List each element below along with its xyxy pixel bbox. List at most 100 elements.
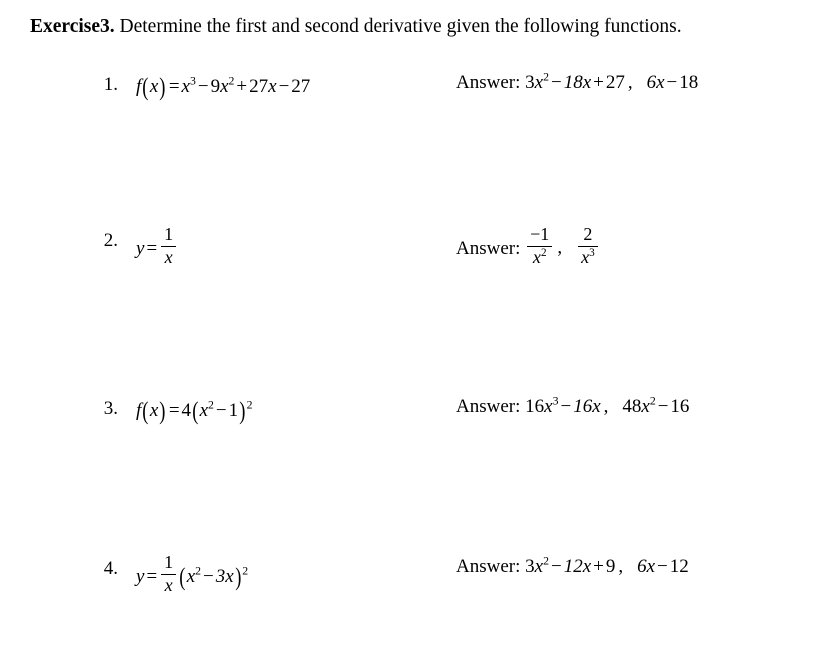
item-answer-1: Answer: 3x2−18x +27, 6x −18 (456, 71, 699, 94)
plus-sign-1: + (236, 75, 248, 97)
first-derivative-4: 3x2−12x +9 (525, 555, 616, 577)
function-name-f-3: f (136, 399, 142, 421)
term-6x-4dd: 6x (637, 556, 656, 577)
equals-sign-4: = (146, 565, 158, 587)
fraction-numerator-4: 1 (164, 552, 174, 573)
constant-27-1: 27 (291, 75, 311, 97)
function-name-f-1: f (136, 75, 142, 97)
fraction-1-over-x-2: 1x (161, 224, 177, 267)
equals-sign-2: = (146, 237, 158, 259)
coefficient-27-1: 27 (249, 75, 269, 97)
item-answer-4: Answer: 3x2−12x +9, 6x −12 (456, 555, 689, 578)
fd-denominator-2: x2 (527, 245, 553, 267)
sd-denom-var-2: x (581, 246, 590, 267)
answer-label-4: Answer: (456, 556, 521, 577)
item-answer-2: Answer: −1 x2, 2 x3 (456, 224, 600, 270)
exercise-instruction-paragraph: Exercise3. Determine the first and secon… (30, 12, 792, 42)
item-number-2: 2. (103, 230, 118, 251)
minus-1d: − (550, 72, 562, 93)
item-number-4: 4. (103, 558, 118, 579)
fraction-denominator-4: x (161, 573, 177, 595)
const-9-4d: 9 (605, 556, 616, 577)
const-18-1dd: 18 (679, 72, 699, 93)
second-derivative-1: 6x −18 (647, 72, 699, 93)
var-x-3d: x (544, 396, 553, 417)
term-16x-3d: 16x (573, 396, 601, 417)
problem-row-1: 1. f(x) = x3−9x2 +27x −27 Answer: 3x2−18x +27… (0, 71, 840, 132)
group-expression-4: (x2−3x)2 (178, 562, 248, 591)
second-derivative-2: 2 x3 (578, 224, 598, 267)
problem-row-3: 3. f(x) = 4(x2−1)2 Answer: 16x3−16x, 48x2−1… (0, 394, 840, 456)
first-derivative-2: −1 x2 (527, 224, 553, 267)
item-number-1: 1. (103, 74, 118, 95)
answer-label-2: Answer: (456, 237, 521, 259)
group-var-x-4: x (186, 565, 196, 587)
answer-comma-1: , (627, 72, 633, 93)
exercise-title: Exercise3. (30, 16, 115, 37)
equals-sign-3: = (168, 399, 180, 421)
item-number-3: 3. (103, 398, 118, 419)
minus-4dd: − (657, 556, 668, 577)
term-18x-1d: 18x (563, 72, 592, 93)
const-16-3dd: 16 (670, 396, 690, 417)
coeff-16-3d: 16 (525, 396, 545, 417)
coeff-3-4d: 3 (525, 556, 535, 577)
equals-sign-1: = (168, 75, 180, 97)
answer-label-3: Answer: (456, 396, 521, 417)
fd-numerator-2: −1 (530, 224, 550, 245)
const-27-1d: 27 (605, 72, 625, 93)
item-answer-3: Answer: 16x3−16x, 48x2−16 (456, 394, 690, 418)
item-function-1: f(x) = x3−9x2 +27x −27 (136, 72, 310, 102)
minus-sign-1b: − (278, 75, 290, 97)
coeff-48-3dd: 48 (622, 396, 642, 417)
minus-3dd: − (657, 396, 669, 417)
minus-sign-4: − (203, 565, 214, 587)
item-function-2: y = 1 x (136, 224, 178, 270)
variable-x-1: x (149, 75, 159, 97)
problem-row-4: 4. y = 1 x (x2−3x)2 Answer: 3x2−12x +9, 6x −12 (0, 552, 840, 616)
coefficient-4-3: 4 (181, 399, 192, 421)
group-paren-open-4: ( (179, 561, 186, 591)
fraction-numerator-2: 1 (164, 224, 174, 245)
group-var-x-3: x (199, 399, 209, 421)
coeff-3-1d: 3 (525, 72, 535, 93)
answer-label-1: Answer: (456, 72, 521, 93)
group-paren-close-4: ) (234, 561, 242, 591)
variable-x-lin-1: x (268, 75, 277, 97)
paren-close-1: ) (159, 72, 166, 101)
group-paren-open-3: ( (192, 396, 199, 425)
fraction-1-over-x-4: 1x (161, 552, 177, 595)
minus-1dd: − (666, 72, 678, 93)
problem-row-2: 2. y = 1 x Answer: −1 x2, 2 x3 (0, 224, 840, 288)
group-const-1-3: 1 (228, 399, 239, 421)
var-x-4d: x (534, 556, 544, 577)
fd-denom-var-2: x (532, 246, 541, 267)
group-term-3x-4: 3x (215, 565, 234, 587)
term-6x-1dd: 6x (646, 72, 665, 93)
minus-sign-1a: − (197, 75, 209, 97)
fraction-denominator-2: x (161, 245, 177, 267)
var-x-3dd: x (641, 396, 650, 417)
paren-open-1: ( (142, 72, 149, 101)
minus-sign-3: − (215, 399, 227, 421)
variable-x-3: x (149, 399, 159, 421)
var-x-1d: x (534, 72, 544, 93)
answer-comma-2: , (557, 237, 563, 259)
item-function-4: y = 1 x (x2−3x)2 (136, 552, 248, 598)
answer-comma-3: , (603, 396, 609, 417)
variable-x-sq-1: x (220, 75, 229, 97)
sd-denominator-2: x3 (578, 245, 598, 267)
item-function-3: f(x) = 4(x2−1)2 (136, 396, 253, 426)
answer-comma-4: , (618, 556, 624, 577)
fd-denom-exp-2: 2 (540, 246, 547, 259)
first-derivative-3: 16x3−16x (525, 395, 601, 417)
exponent-2-3dd: 2 (649, 394, 656, 408)
sd-numerator-2: 2 (583, 224, 593, 245)
paren-close-arg-3: ) (159, 396, 166, 425)
coefficient-9-1: 9 (210, 75, 221, 97)
sd-denom-exp-2: 3 (589, 246, 595, 259)
group-paren-close-3: ) (239, 396, 246, 425)
second-derivative-4: 6x −12 (637, 556, 689, 577)
plus-1d: + (593, 72, 604, 93)
minus-3d: − (560, 396, 572, 417)
